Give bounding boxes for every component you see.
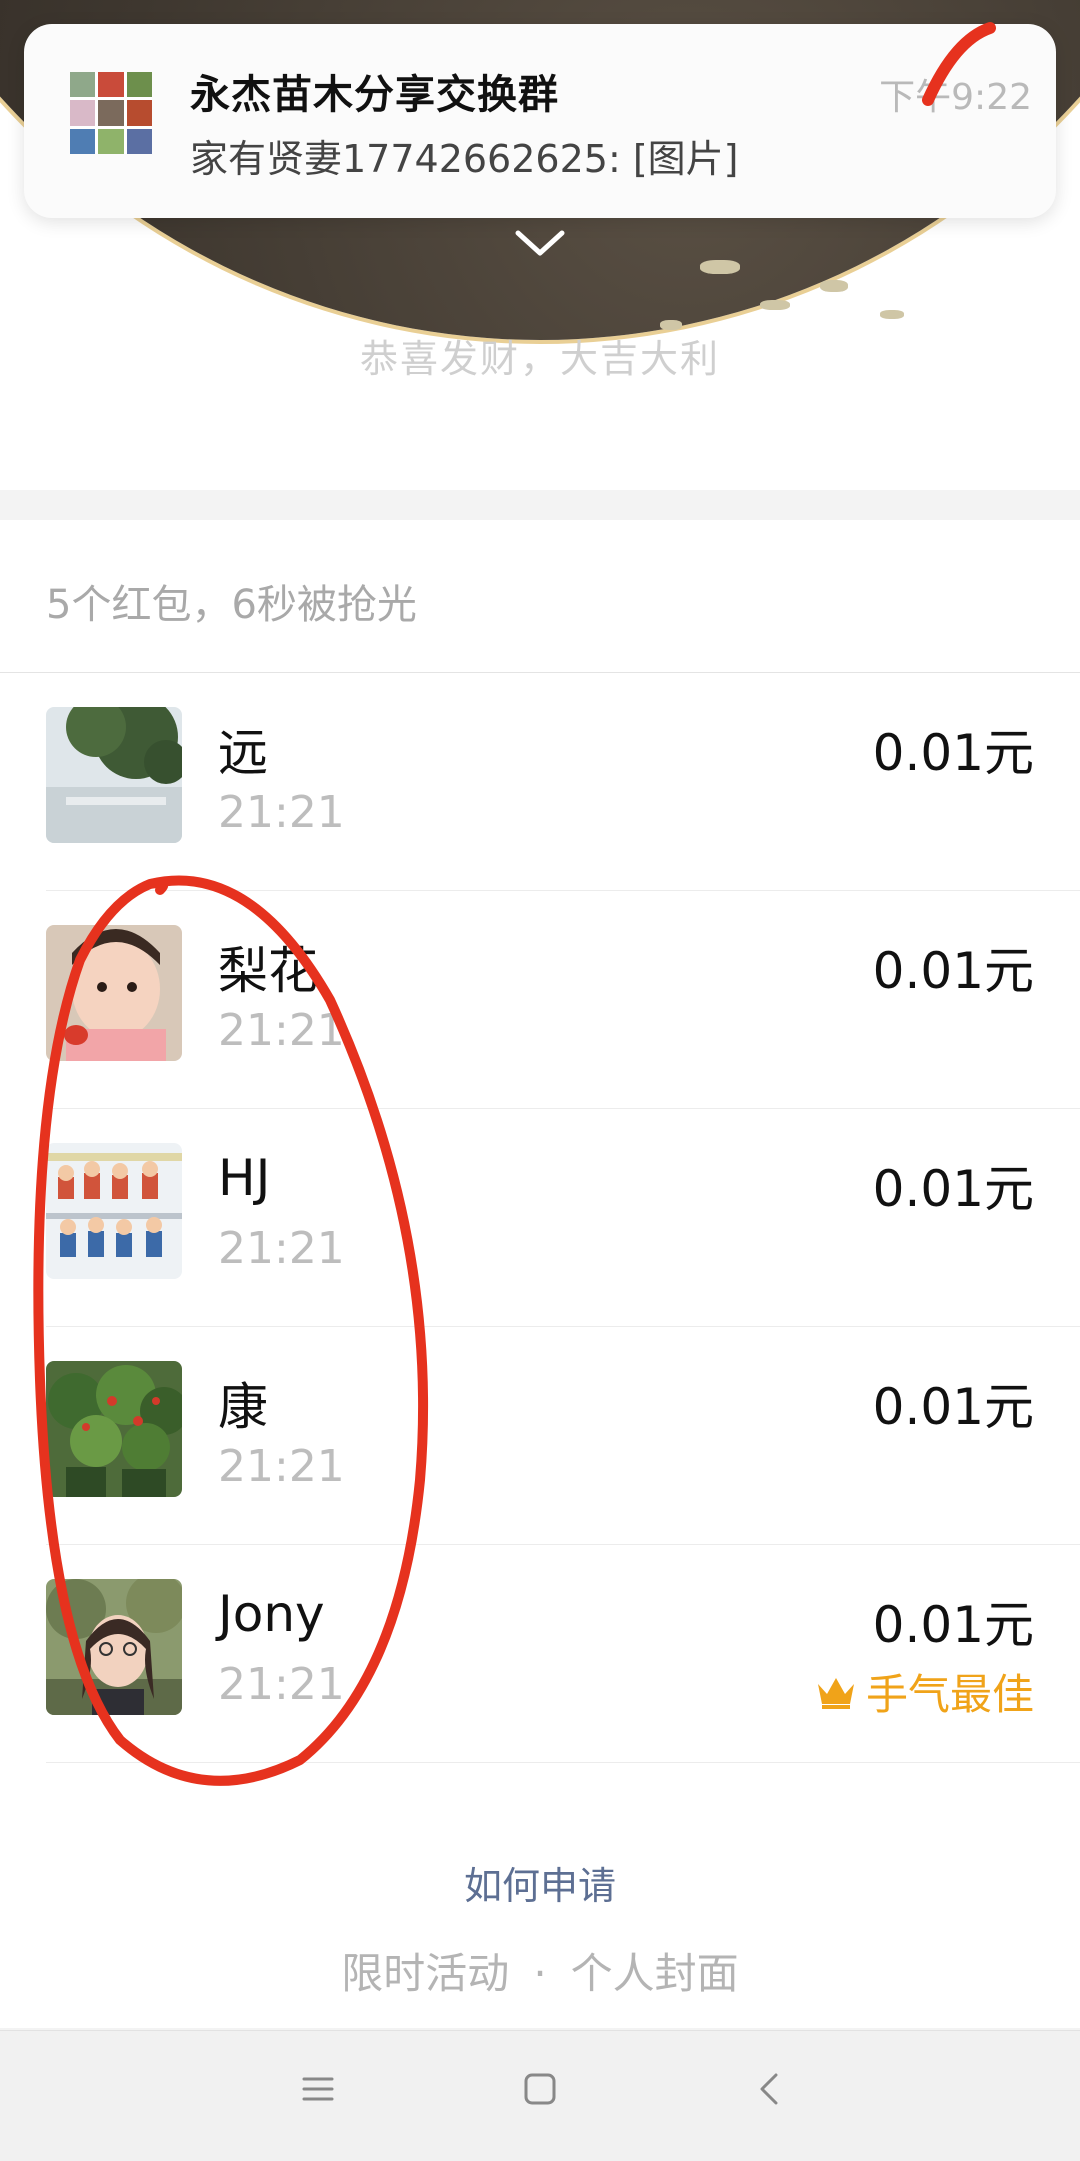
separator: · <box>533 1949 547 1998</box>
record-name: 远 <box>218 724 268 782</box>
record-amount: 0.01元 <box>872 942 1034 1000</box>
notification-title: 永杰苗木分享交换群 <box>190 72 559 118</box>
avatar[interactable] <box>46 925 182 1061</box>
record-name: Jony <box>218 1585 325 1643</box>
packet-records-card: 5个红包，6秒被抢光 远 21:21 0.01元 梨花 21:21 0.01元 … <box>0 520 1080 2028</box>
record-amount: 0.01元 <box>872 1378 1034 1436</box>
home-icon[interactable] <box>522 2071 558 2107</box>
blessing-text: 恭喜发财，大吉大利 <box>359 337 720 381</box>
footer-links: 限时活动 · 个人封面 <box>0 1940 1080 2001</box>
menu-icon[interactable] <box>300 2071 336 2107</box>
record-name: 梨花 <box>218 942 318 1000</box>
record-name: 康 <box>218 1378 268 1436</box>
record-row[interactable]: 远 21:21 0.01元 <box>0 673 1080 891</box>
avatar[interactable] <box>46 1579 182 1715</box>
best-luck-label: 手气最佳 <box>865 1670 1034 1719</box>
record-name: HJ <box>218 1149 271 1207</box>
notification-message: 家有贤妻17742662625: [图片] <box>190 137 739 181</box>
record-amount: 0.01元 <box>872 1160 1034 1218</box>
record-row[interactable]: 康 21:21 0.01元 <box>0 1327 1080 1545</box>
best-luck-badge: 手气最佳 <box>814 1661 1034 1722</box>
packet-summary: 5个红包，6秒被抢光 <box>46 582 417 628</box>
record-row[interactable]: 梨花 21:21 0.01元 <box>0 891 1080 1109</box>
back-icon[interactable] <box>752 2071 788 2107</box>
chevron-down-icon[interactable] <box>512 225 568 261</box>
notification-time: 下午9:22 <box>879 77 1032 118</box>
message-notification[interactable]: 永杰苗木分享交换群 家有贤妻17742662625: [图片] 下午9:22 <box>24 24 1056 218</box>
system-nav-bar <box>0 2030 1080 2161</box>
avatar[interactable] <box>46 707 182 843</box>
avatar[interactable] <box>46 1143 182 1279</box>
record-time: 21:21 <box>218 1223 345 1274</box>
record-time: 21:21 <box>218 1441 345 1492</box>
how-to-apply-link[interactable]: 如何申请 <box>0 1855 1080 1910</box>
record-time: 21:21 <box>218 1659 345 1710</box>
personal-cover-link[interactable]: 个人封面 <box>571 1949 739 1998</box>
avatar[interactable] <box>46 1361 182 1497</box>
record-time: 21:21 <box>218 1005 345 1056</box>
record-row[interactable]: Jony 21:21 0.01元 手气最佳 <box>0 1545 1080 1763</box>
record-amount: 0.01元 <box>872 1596 1034 1654</box>
record-amount: 0.01元 <box>872 724 1034 782</box>
record-row[interactable]: HJ 21:21 0.01元 <box>0 1109 1080 1327</box>
record-time: 21:21 <box>218 787 345 838</box>
divider <box>46 1762 1080 1763</box>
group-avatar <box>70 72 152 154</box>
crown-icon <box>817 1677 854 1709</box>
limited-activity-link[interactable]: 限时活动 <box>341 1949 509 1998</box>
